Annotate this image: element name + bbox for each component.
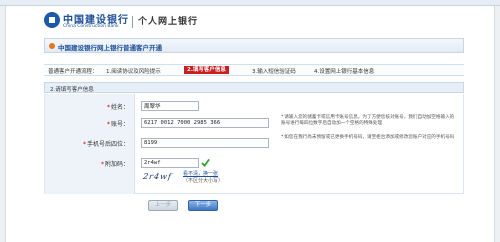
step-2-active: 2.填写客户信息 <box>184 66 229 74</box>
check-icon <box>201 158 210 167</box>
step-4: 4.设置网上银行基本信息 <box>314 69 375 75</box>
account-label: *账号： <box>106 121 129 128</box>
right-margin <box>494 6 500 242</box>
process-steps: 普通客户开通流程： 1.阅读协议及风险提示 2.填写客户信息 3.输入短信验证码… <box>44 64 464 76</box>
captcha-input[interactable] <box>141 158 199 168</box>
section-title: 2.请填写客户信息 <box>50 87 94 93</box>
main-content: 中国建设银行网上银行普通客户开通 普通客户开通流程： 1.阅读协议及风险提示 2… <box>44 38 464 216</box>
name-label: *姓名： <box>106 104 129 111</box>
captcha-image: 2r4wf <box>140 170 178 184</box>
name-input[interactable] <box>141 101 199 111</box>
header-divider <box>132 16 133 28</box>
phone-label: *手机号后四位： <box>82 141 129 148</box>
bullet-icon <box>49 43 55 49</box>
required-star: * <box>100 161 104 168</box>
ccb-logo-icon <box>44 12 60 28</box>
section-header: 2.请填写客户信息 <box>44 82 464 93</box>
required-star: * <box>106 121 110 128</box>
page-title-bar: 中国建设银行网上银行普通客户开通 <box>44 38 464 53</box>
step-1: 1.阅读协议及风险提示 <box>106 69 161 75</box>
left-margin <box>0 6 6 242</box>
site-header: 中国建设银行 China Construction Bank 个人网上银行 <box>44 10 464 34</box>
section-title: 个人网上银行 <box>138 17 199 27</box>
case-insensitive-note: （不区分大小写） <box>183 178 224 184</box>
bookmarks-bar <box>0 0 500 6</box>
step-3: 3.输入短信验证码 <box>252 69 296 75</box>
phone-last4-input[interactable] <box>141 138 269 148</box>
bank-name-en: China Construction Bank <box>63 24 119 29</box>
captcha-label: *附加码： <box>100 161 129 168</box>
prev-button[interactable]: 上一步 <box>148 200 178 211</box>
next-button[interactable]: 下一步 <box>188 200 218 211</box>
required-star: * <box>106 104 110 111</box>
account-hint: *请输入您的储蓄卡或信用卡账号信息。为了方便您核对账号，我们自动加空格输入的账号… <box>281 115 455 126</box>
customer-info-form: *姓名： *账号： *请输入您的储蓄卡或信用卡账号信息。为了方便您核对账号，我们… <box>44 94 464 194</box>
required-star: * <box>82 141 86 148</box>
account-input[interactable] <box>141 118 269 128</box>
refresh-captcha-link[interactable]: 看不清，换一张 <box>183 170 218 177</box>
phone-hint: *如您在我行尚未预留或已更换手机号码，请至柜台添加或修改您账户对应的手机号码 <box>281 135 455 140</box>
page-title: 中国建设银行网上银行普通客户开通 <box>58 44 162 52</box>
process-label: 普通客户开通流程： <box>48 69 98 75</box>
